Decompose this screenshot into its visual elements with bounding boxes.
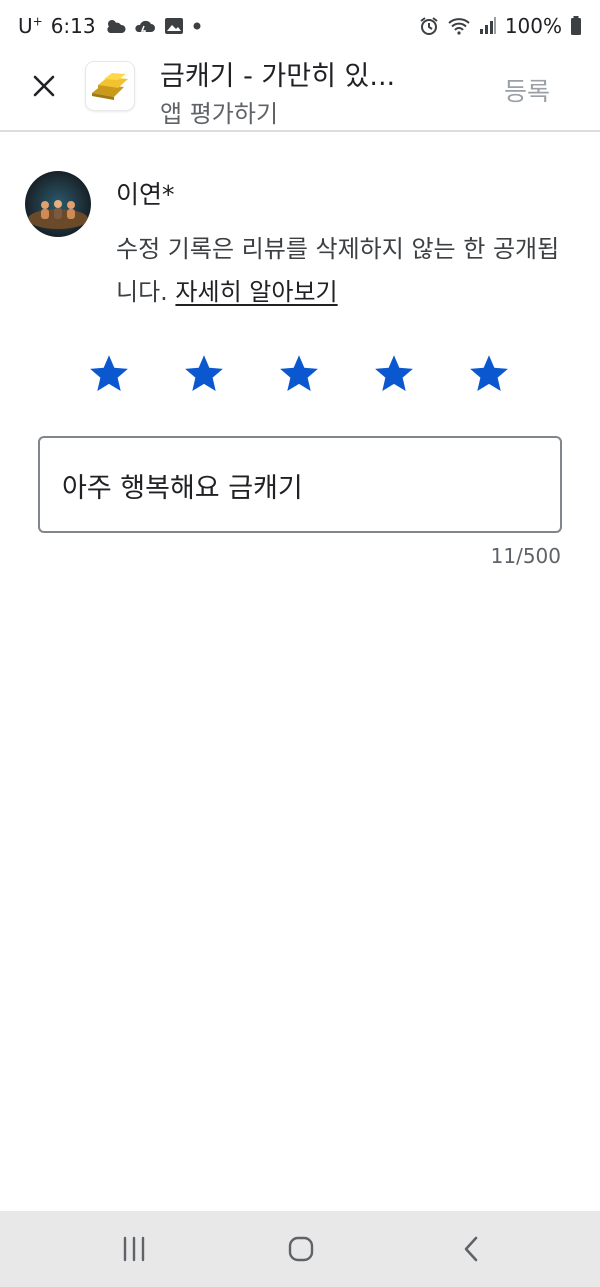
status-right: 100% — [419, 14, 582, 38]
dot-icon — [192, 21, 202, 31]
page-subtitle: 앱 평가하기 — [160, 100, 279, 128]
status-time: 6:13 — [50, 14, 96, 38]
recent-apps-icon — [123, 1236, 145, 1262]
signal-icon — [479, 17, 497, 35]
app-header: 금캐기 - 가만히 있... 앱 평가하기 등록 — [0, 52, 600, 132]
app-icon — [86, 62, 134, 110]
gold-bars-icon — [92, 73, 128, 100]
public-notice: 수정 기록은 리뷰를 삭제하지 않는 한 공개됩니다. 자세히 알아보기 — [116, 228, 576, 314]
star-5-icon[interactable] — [467, 352, 511, 396]
carrier-label: U+ — [18, 14, 43, 38]
star-4-icon[interactable] — [372, 352, 416, 396]
status-bar: U+ 6:13 100% — [0, 0, 600, 52]
back-button[interactable] — [451, 1229, 491, 1269]
weather-icon — [104, 17, 126, 35]
cloud-icon — [134, 17, 156, 35]
close-icon — [33, 75, 55, 97]
review-text-field[interactable]: 아주 행복해요 금캐기 — [38, 436, 562, 533]
learn-more-link[interactable]: 자세히 알아보기 — [175, 278, 337, 306]
star-3-icon[interactable] — [277, 352, 321, 396]
battery-percent: 100% — [504, 14, 562, 38]
character-counter: 11/500 — [490, 544, 561, 568]
star-1-icon[interactable] — [87, 352, 131, 396]
star-2-icon[interactable] — [182, 352, 226, 396]
close-button[interactable] — [26, 68, 62, 104]
star-rating — [0, 352, 600, 400]
author-name: 이연* — [116, 180, 175, 209]
battery-icon — [570, 16, 582, 36]
navigation-bar — [0, 1211, 600, 1287]
submit-button[interactable]: 등록 — [504, 72, 550, 108]
home-button[interactable] — [281, 1229, 321, 1269]
avatar — [25, 171, 91, 237]
review-input-text[interactable]: 아주 행복해요 금캐기 — [62, 466, 303, 505]
home-icon — [288, 1236, 314, 1262]
recent-apps-button[interactable] — [114, 1229, 154, 1269]
back-icon — [464, 1236, 478, 1262]
status-left: U+ 6:13 — [18, 14, 202, 38]
alarm-icon — [419, 16, 439, 36]
app-title: 금캐기 - 가만히 있... — [160, 61, 396, 92]
wifi-icon — [447, 16, 471, 36]
gallery-icon — [164, 17, 184, 35]
